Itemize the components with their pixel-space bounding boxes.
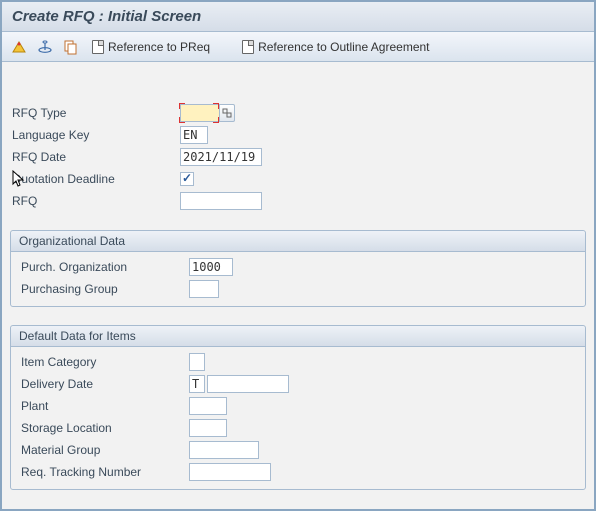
page-title: Create RFQ : Initial Screen	[12, 8, 584, 25]
label-quotation-deadline: Quotation Deadline	[10, 172, 180, 186]
row-plant: Plant	[19, 395, 577, 417]
row-rfq-type: RFQ Type	[10, 102, 586, 124]
language-key-input[interactable]	[180, 126, 208, 144]
copy-icon[interactable]	[62, 38, 80, 56]
reference-to-outline-agreement-button[interactable]: Reference to Outline Agreement	[238, 38, 433, 56]
row-storage-location: Storage Location	[19, 417, 577, 439]
item-category-input[interactable]	[189, 353, 205, 371]
label-req-tracking-number: Req. Tracking Number	[19, 465, 189, 479]
quotation-deadline-checkbox[interactable]	[180, 172, 194, 186]
group-header-organizational-data: Organizational Data	[11, 231, 585, 252]
group-default-data-for-items: Default Data for Items Item Category Del…	[10, 325, 586, 490]
label-delivery-date: Delivery Date	[19, 377, 189, 391]
group-organizational-data: Organizational Data Purch. Organization …	[10, 230, 586, 307]
row-purch-organization: Purch. Organization	[19, 256, 577, 278]
row-req-tracking-number: Req. Tracking Number	[19, 461, 577, 483]
document-icon	[92, 40, 104, 54]
req-tracking-number-input[interactable]	[189, 463, 271, 481]
row-material-group: Material Group	[19, 439, 577, 461]
row-rfq: RFQ	[10, 190, 586, 212]
label-purchasing-group: Purchasing Group	[19, 282, 189, 296]
row-item-category: Item Category	[19, 351, 577, 373]
title-bar: Create RFQ : Initial Screen	[2, 2, 594, 32]
label-rfq-type: RFQ Type	[10, 106, 180, 120]
purchasing-group-input[interactable]	[189, 280, 219, 298]
header-icon[interactable]	[36, 38, 54, 56]
storage-location-input[interactable]	[189, 419, 227, 437]
row-rfq-date: RFQ Date	[10, 146, 586, 168]
row-quotation-deadline: Quotation Deadline	[10, 168, 586, 190]
reference-to-preq-button[interactable]: Reference to PReq	[88, 38, 214, 56]
purch-organization-input[interactable]	[189, 258, 233, 276]
label-purch-organization: Purch. Organization	[19, 260, 189, 274]
delivery-date-input[interactable]	[207, 375, 289, 393]
plant-input[interactable]	[189, 397, 227, 415]
label-rfq-date: RFQ Date	[10, 150, 180, 164]
label-material-group: Material Group	[19, 443, 189, 457]
label-storage-location: Storage Location	[19, 421, 189, 435]
label-plant: Plant	[19, 399, 189, 413]
application-toolbar: Reference to PReq Reference to Outline A…	[2, 32, 594, 62]
document-icon	[242, 40, 254, 54]
reference-to-preq-label: Reference to PReq	[108, 40, 210, 54]
label-item-category: Item Category	[19, 355, 189, 369]
reference-to-outline-label: Reference to Outline Agreement	[258, 40, 429, 54]
row-purchasing-group: Purchasing Group	[19, 278, 577, 300]
content-area: RFQ Type Language Key RFQ Date Quotation…	[2, 62, 594, 498]
row-language-key: Language Key	[10, 124, 586, 146]
material-group-input[interactable]	[189, 441, 259, 459]
rfq-date-input[interactable]	[180, 148, 262, 166]
row-delivery-date: Delivery Date	[19, 373, 577, 395]
overview-icon[interactable]	[10, 38, 28, 56]
group-header-default-data: Default Data for Items	[11, 326, 585, 347]
delivery-date-type-input[interactable]	[189, 375, 205, 393]
label-language-key: Language Key	[10, 128, 180, 142]
rfq-input[interactable]	[180, 192, 262, 210]
window-frame: Create RFQ : Initial Screen Reference to…	[0, 0, 596, 511]
f4-help-button[interactable]	[219, 104, 235, 122]
label-rfq: RFQ	[10, 194, 180, 208]
